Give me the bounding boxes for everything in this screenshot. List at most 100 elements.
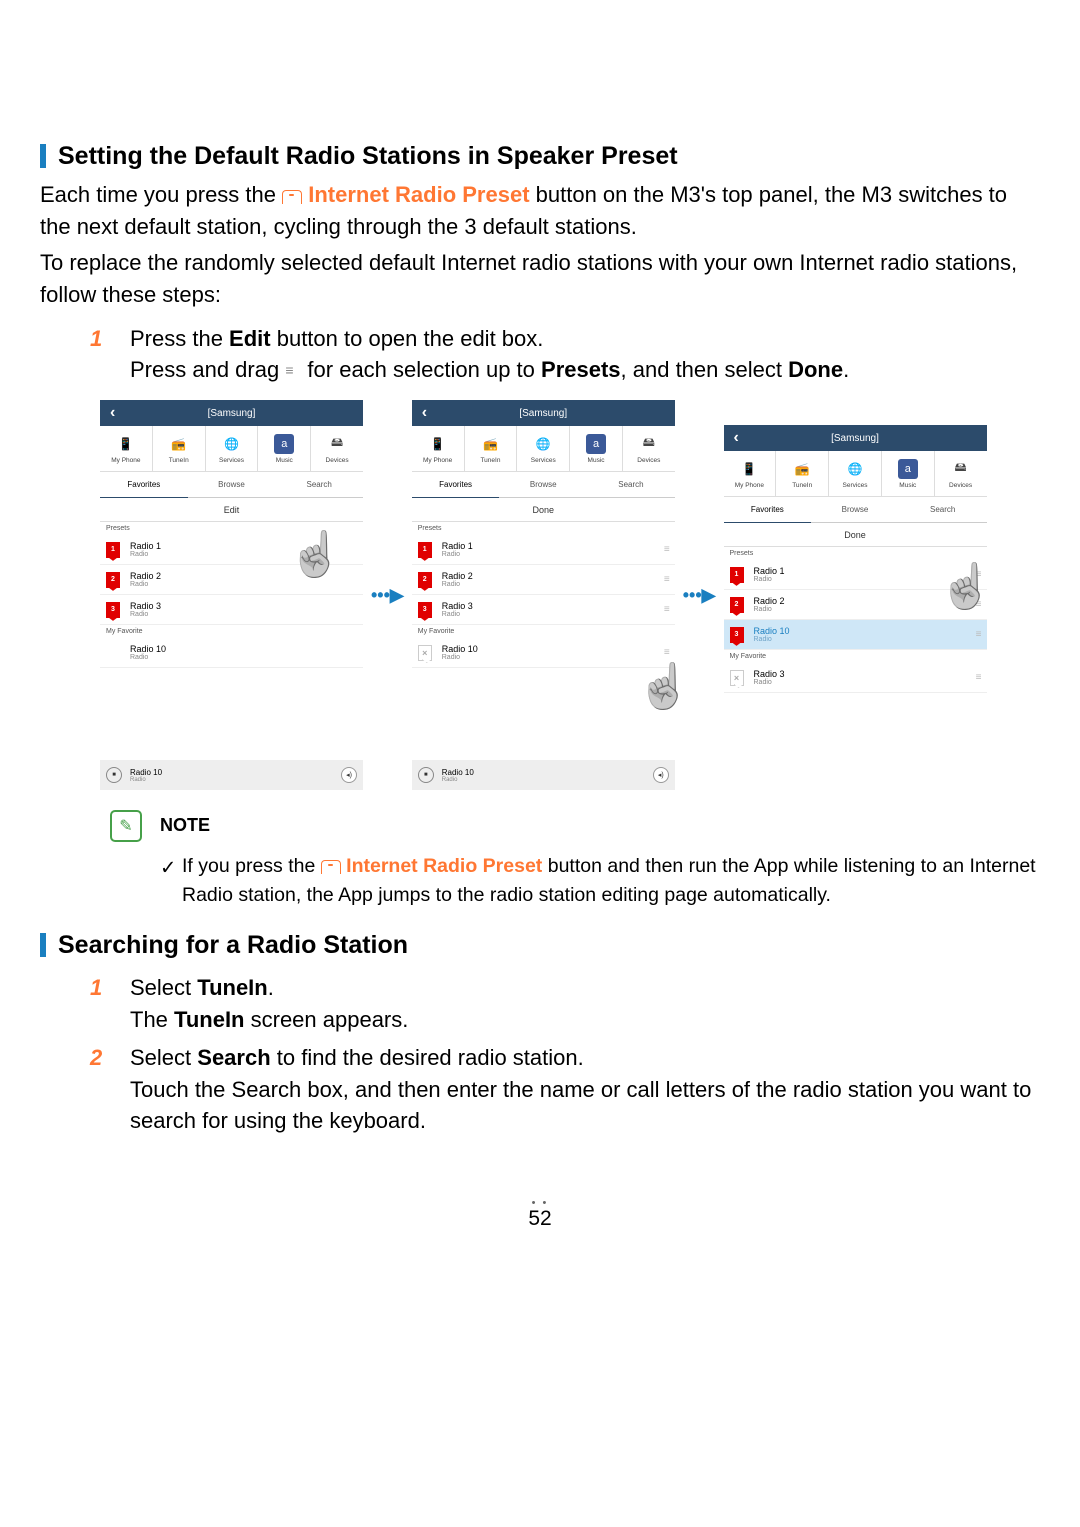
source-devices[interactable]: 🖴Devices [935,451,987,496]
speaker-preset-icon [282,190,302,204]
note-item: If you press the Internet Radio Preset b… [160,852,1040,909]
step-number: 1 [90,323,102,355]
done-button[interactable]: Done [412,498,675,522]
volume-icon[interactable]: ◂) [653,767,669,783]
page-number: • • 52 [40,1197,1040,1231]
note-list: If you press the Internet Radio Preset b… [160,852,1040,909]
preset-item-3[interactable]: 3Radio 3Radio [100,595,363,625]
drag-handle-icon[interactable]: ≡ [664,604,669,615]
drag-handle-icon[interactable]: ≡ [976,672,981,683]
remove-icon[interactable]: × [418,645,432,661]
drag-handle-icon[interactable]: ≡ [664,647,669,658]
source-music[interactable]: aMusic [258,426,311,471]
arrow-icon: •••▶ [683,585,716,606]
preset-badge-icon: 2 [106,572,120,588]
source-myphone[interactable]: 📱My Phone [100,426,153,471]
preset-item-3-highlighted[interactable]: 3Radio 10Radio≡ [724,620,987,650]
source-music[interactable]: aMusic [882,451,935,496]
step-2: 2 Select Search to find the desired radi… [90,1042,1040,1138]
tab-search[interactable]: Search [587,472,675,498]
source-devices[interactable]: 🖴Devices [623,426,675,471]
screen-header: ‹ [Samsung] [100,400,363,426]
drag-handle-icon [285,352,301,362]
heading-bar-icon [40,144,46,168]
step-1: 1 Press the Edit button to open the edit… [90,323,1040,387]
source-tabs: 📱My Phone 📻TuneIn 🌐Services aMusic 🖴Devi… [100,426,363,472]
tab-favorites[interactable]: Favorites [100,472,188,498]
screen-title: [Samsung] [208,408,256,419]
now-playing-bar[interactable]: ■ Radio 10Radio ◂) [412,760,675,790]
myfavorite-label: My Favorite [100,625,363,638]
favorite-item[interactable]: ×Radio 3Radio≡ [724,663,987,693]
stop-icon[interactable]: ■ [106,767,122,783]
tab-favorites[interactable]: Favorites [724,497,812,523]
step-number: 1 [90,972,102,1004]
tab-search[interactable]: Search [899,497,987,523]
stop-icon[interactable]: ■ [418,767,434,783]
tab-search[interactable]: Search [275,472,363,498]
preset-badge-icon: 1 [418,542,432,558]
source-services[interactable]: 🌐Services [517,426,570,471]
section1-paragraph: Each time you press the Internet Radio P… [40,179,1040,243]
step-number: 2 [90,1042,102,1074]
section-title-text: Setting the Default Radio Stations in Sp… [58,142,678,171]
preset-label: Internet Radio Preset [308,182,529,207]
drag-handle-icon[interactable]: ≡ [664,574,669,585]
source-myphone[interactable]: 📱My Phone [724,451,777,496]
note-label: NOTE [160,815,210,836]
preset-badge-icon: 1 [730,567,744,583]
pointer-hand-icon: ☝ [637,660,692,712]
preset-badge-icon: 2 [418,572,432,588]
heading-bar-icon [40,933,46,957]
source-services[interactable]: 🌐Services [206,426,259,471]
source-tunein[interactable]: 📻TuneIn [776,451,829,496]
tab-browse[interactable]: Browse [188,472,276,498]
screenshot-row: ‹ [Samsung] 📱My Phone 📻TuneIn 🌐Services … [100,400,1040,790]
arrow-icon: •••▶ [371,585,404,606]
source-myphone[interactable]: 📱My Phone [412,426,465,471]
preset-item-2[interactable]: 2Radio 2Radio≡ [412,565,675,595]
back-chevron-icon[interactable]: ‹ [110,404,115,422]
source-services[interactable]: 🌐Services [829,451,882,496]
preset-badge-icon: 3 [730,627,744,643]
drag-handle-icon[interactable]: ≡ [976,629,981,640]
back-chevron-icon[interactable]: ‹ [422,404,427,422]
preset-item-3[interactable]: 3Radio 3Radio≡ [412,595,675,625]
note-pencil-icon: ✎ [110,810,142,842]
section-heading: Setting the Default Radio Stations in Sp… [40,140,1040,171]
steps-list-2: 1 Select TuneIn. The TuneIn screen appea… [90,972,1040,1137]
edit-button[interactable]: Edit [100,498,363,522]
pointer-hand-icon: ☝ [288,528,343,580]
favorite-item[interactable]: ×Radio 10Radio≡ [412,638,675,668]
section2-title-text: Searching for a Radio Station [58,931,408,960]
tab-browse[interactable]: Browse [811,497,899,523]
note-block: ✎ NOTE [110,810,1040,842]
back-chevron-icon[interactable]: ‹ [734,429,739,447]
source-tunein[interactable]: 📻TuneIn [153,426,206,471]
tab-row: Favorites Browse Search [100,472,363,498]
remove-icon[interactable]: × [730,670,744,686]
phone-screenshot-2: ‹[Samsung] 📱My Phone 📻TuneIn 🌐Services a… [412,400,675,790]
phone-screenshot-3: ‹[Samsung] 📱My Phone 📻TuneIn 🌐Services a… [724,425,987,765]
pointer-hand-icon: ☝ [939,560,994,612]
source-music[interactable]: aMusic [570,426,623,471]
done-button[interactable]: Done [724,523,987,547]
drag-handle-icon[interactable]: ≡ [664,544,669,555]
tab-browse[interactable]: Browse [499,472,587,498]
favorite-item[interactable]: Radio 10Radio [100,638,363,668]
tab-favorites[interactable]: Favorites [412,472,500,498]
now-playing-bar[interactable]: ■ Radio 10Radio ◂) [100,760,363,790]
preset-badge-icon: 1 [106,542,120,558]
preset-item-1[interactable]: 1Radio 1Radio≡ [412,535,675,565]
source-devices[interactable]: 🖴Devices [311,426,363,471]
section-heading-2: Searching for a Radio Station [40,929,1040,960]
volume-icon[interactable]: ◂) [341,767,357,783]
preset-badge-icon: 3 [418,602,432,618]
speaker-preset-icon [321,860,341,874]
section1-paragraph2: To replace the randomly selected default… [40,247,1040,311]
phone-screenshot-1: ‹ [Samsung] 📱My Phone 📻TuneIn 🌐Services … [100,400,363,790]
source-tunein[interactable]: 📻TuneIn [465,426,518,471]
step-1: 1 Select TuneIn. The TuneIn screen appea… [90,972,1040,1036]
preset-badge-icon: 3 [106,602,120,618]
preset-badge-icon: 2 [730,597,744,613]
